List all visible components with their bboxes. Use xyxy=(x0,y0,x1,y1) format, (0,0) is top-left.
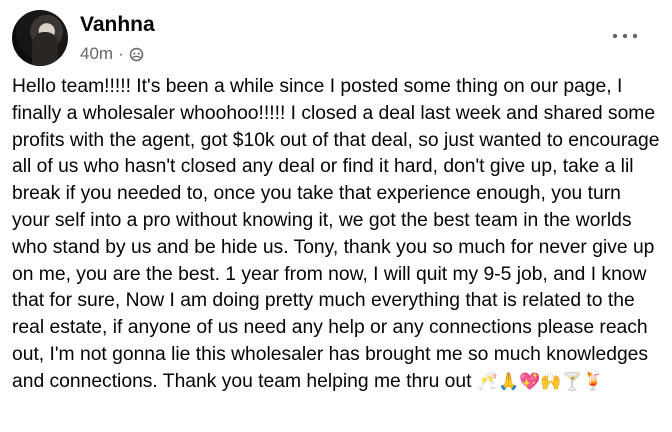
post-timestamp[interactable]: 40m xyxy=(80,43,113,65)
post-card: Vanhna 40m · Hello team!!!!! It's been a… xyxy=(0,0,672,432)
globe-friends-icon[interactable] xyxy=(129,47,144,62)
timestamp-separator: · xyxy=(118,44,124,63)
post-time-row: 40m · xyxy=(80,43,155,65)
ellipsis-icon xyxy=(612,33,638,39)
post-body: Hello team!!!!! It's been a while since … xyxy=(12,74,662,396)
post-options-button[interactable] xyxy=(608,26,642,46)
post-body-text: Hello team!!!!! It's been a while since … xyxy=(12,76,660,392)
author-avatar[interactable] xyxy=(12,10,68,66)
post-meta: Vanhna 40m · xyxy=(80,10,155,65)
author-name[interactable]: Vanhna xyxy=(80,12,155,38)
post-header: Vanhna 40m · xyxy=(12,10,155,66)
post-emoji-sequence: 🥂🙏💖🙌🍸🍹 xyxy=(476,371,604,392)
